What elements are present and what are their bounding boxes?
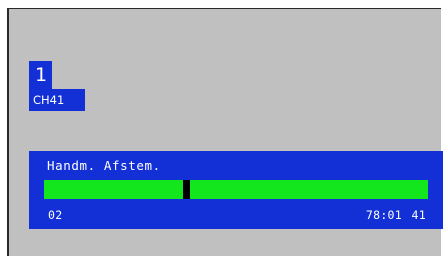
channel-number: 1 [35, 64, 48, 86]
tuning-slider-marker[interactable] [183, 180, 190, 199]
manual-tuning-title: Handm. Afstem. [47, 158, 161, 173]
channel-name: CH41 [33, 93, 65, 107]
tv-osd-screen: 1 CH41 Handm. Afstem. 02 78:01 41 [7, 8, 443, 256]
manual-tuning-panel: Handm. Afstem. 02 78:01 41 [29, 151, 443, 229]
channel-number-badge: 1 [29, 61, 52, 89]
tuning-start-value: 02 [48, 208, 63, 222]
tuning-slider-bar[interactable] [44, 180, 428, 199]
tuning-channel-value: 41 [411, 208, 426, 222]
channel-name-badge: CH41 [29, 89, 85, 111]
tuning-frequency-value: 78:01 [365, 208, 402, 222]
